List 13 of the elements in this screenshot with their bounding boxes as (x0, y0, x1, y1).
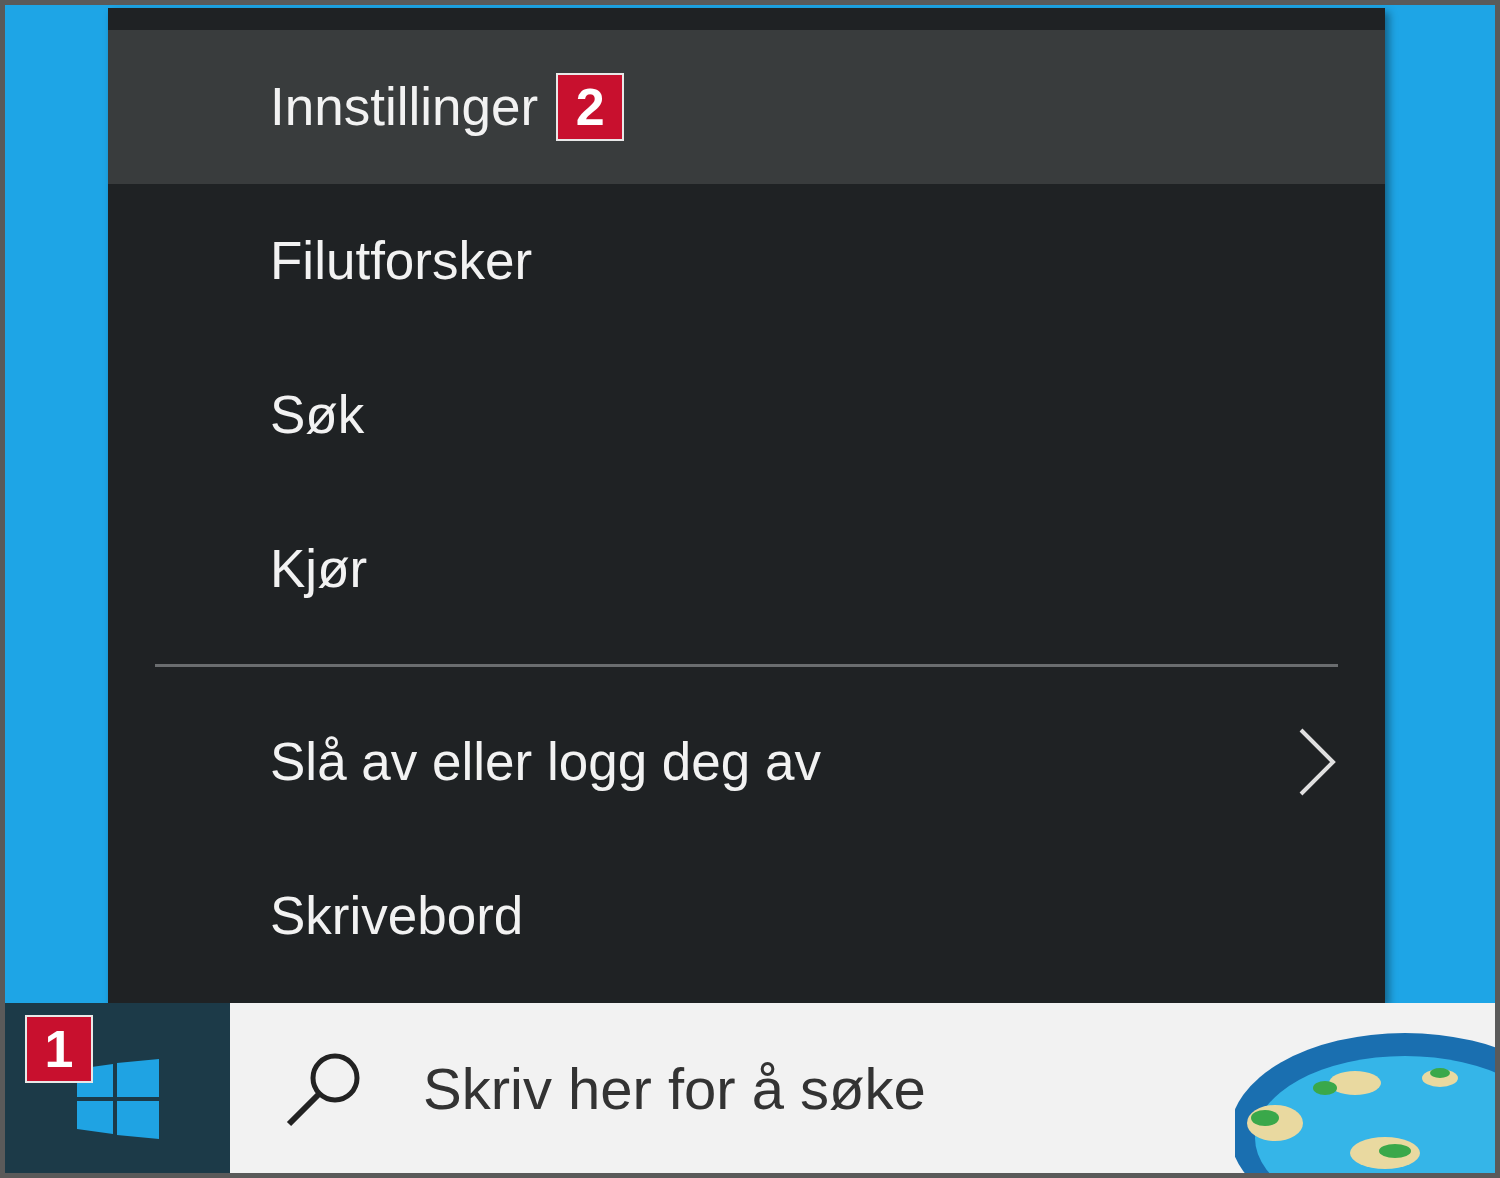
windows-logo-icon (76, 1059, 159, 1139)
chevron-right-icon (1297, 726, 1337, 798)
menu-item[interactable]: Innstillinger 2 (108, 30, 1385, 184)
search-box[interactable]: Skriv her for å søke (230, 1003, 1235, 1173)
step-badge: 1 (25, 1015, 93, 1083)
menu-item[interactable]: Skrivebord (108, 839, 1385, 993)
start-button[interactable]: 1 (5, 1003, 230, 1173)
search-field[interactable]: Skriv her for å søke (423, 1044, 1235, 1132)
menu-item[interactable]: Filutforsker (108, 184, 1385, 338)
menu-item[interactable]: Kjør (108, 492, 1385, 646)
step-badge: 2 (556, 73, 625, 141)
menu-item[interactable]: Slå av eller logg deg av (108, 685, 1385, 839)
menu-item[interactable]: Søk (108, 338, 1385, 492)
